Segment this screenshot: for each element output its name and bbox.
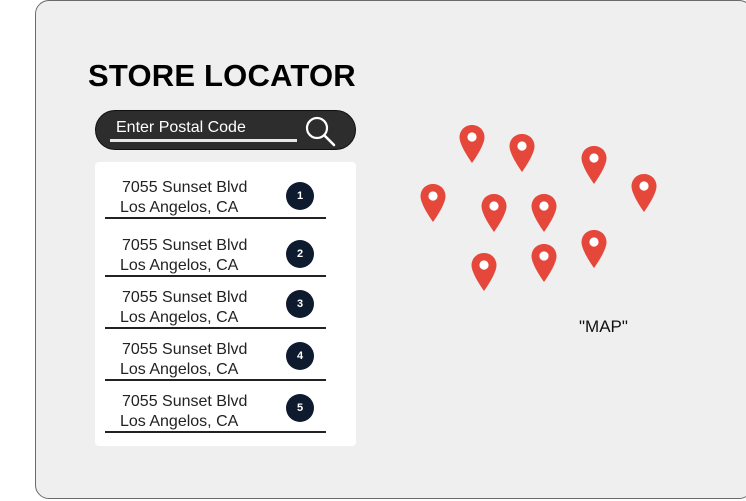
store-list-item[interactable]: 7055 Sunset Blvd Los Angelos, CA 2 <box>105 225 326 277</box>
postal-code-search-bar[interactable]: Enter Postal Code <box>95 110 356 150</box>
store-list-item[interactable]: 7055 Sunset Blvd Los Angelos, CA 5 <box>105 381 326 433</box>
store-city: Los Angelos, CA <box>120 199 239 216</box>
map-pin-icon[interactable] <box>480 193 508 233</box>
search-input-underline <box>110 139 297 142</box>
search-icon[interactable] <box>303 115 337 147</box>
map-pin-icon[interactable] <box>458 124 486 164</box>
store-number-badge: 5 <box>286 394 314 422</box>
store-list: 7055 Sunset Blvd Los Angelos, CA 1 7055 … <box>95 162 356 446</box>
map-pin-icon[interactable] <box>530 243 558 283</box>
store-city: Los Angelos, CA <box>120 361 239 378</box>
page-title: STORE LOCATOR <box>88 58 356 93</box>
map-pin-icon[interactable] <box>580 229 608 269</box>
store-list-item[interactable]: 7055 Sunset Blvd Los Angelos, CA 4 <box>105 329 326 381</box>
store-list-item[interactable]: 7055 Sunset Blvd Los Angelos, CA 3 <box>105 277 326 329</box>
map-pin-icon[interactable] <box>530 193 558 233</box>
map-pin-icon[interactable] <box>508 133 536 173</box>
store-number-badge: 2 <box>286 240 314 268</box>
store-list-item[interactable]: 7055 Sunset Blvd Los Angelos, CA 1 <box>105 167 326 219</box>
store-address: 7055 Sunset Blvd <box>122 237 248 254</box>
store-address: 7055 Sunset Blvd <box>122 289 248 306</box>
store-number-badge: 4 <box>286 342 314 370</box>
store-number-badge: 1 <box>286 182 314 210</box>
map-pin-icon[interactable] <box>470 252 498 292</box>
store-address: 7055 Sunset Blvd <box>122 341 248 358</box>
store-city: Los Angelos, CA <box>120 257 239 274</box>
map-placeholder-label: "MAP" <box>579 317 628 336</box>
store-city: Los Angelos, CA <box>120 413 239 430</box>
store-address: 7055 Sunset Blvd <box>122 393 248 410</box>
map-pin-icon[interactable] <box>419 183 447 223</box>
map-pin-icon[interactable] <box>630 173 658 213</box>
store-number-badge: 3 <box>286 290 314 318</box>
store-address: 7055 Sunset Blvd <box>122 179 248 196</box>
map-pin-icon[interactable] <box>580 145 608 185</box>
store-city: Los Angelos, CA <box>120 309 239 326</box>
search-input[interactable]: Enter Postal Code <box>116 119 246 137</box>
